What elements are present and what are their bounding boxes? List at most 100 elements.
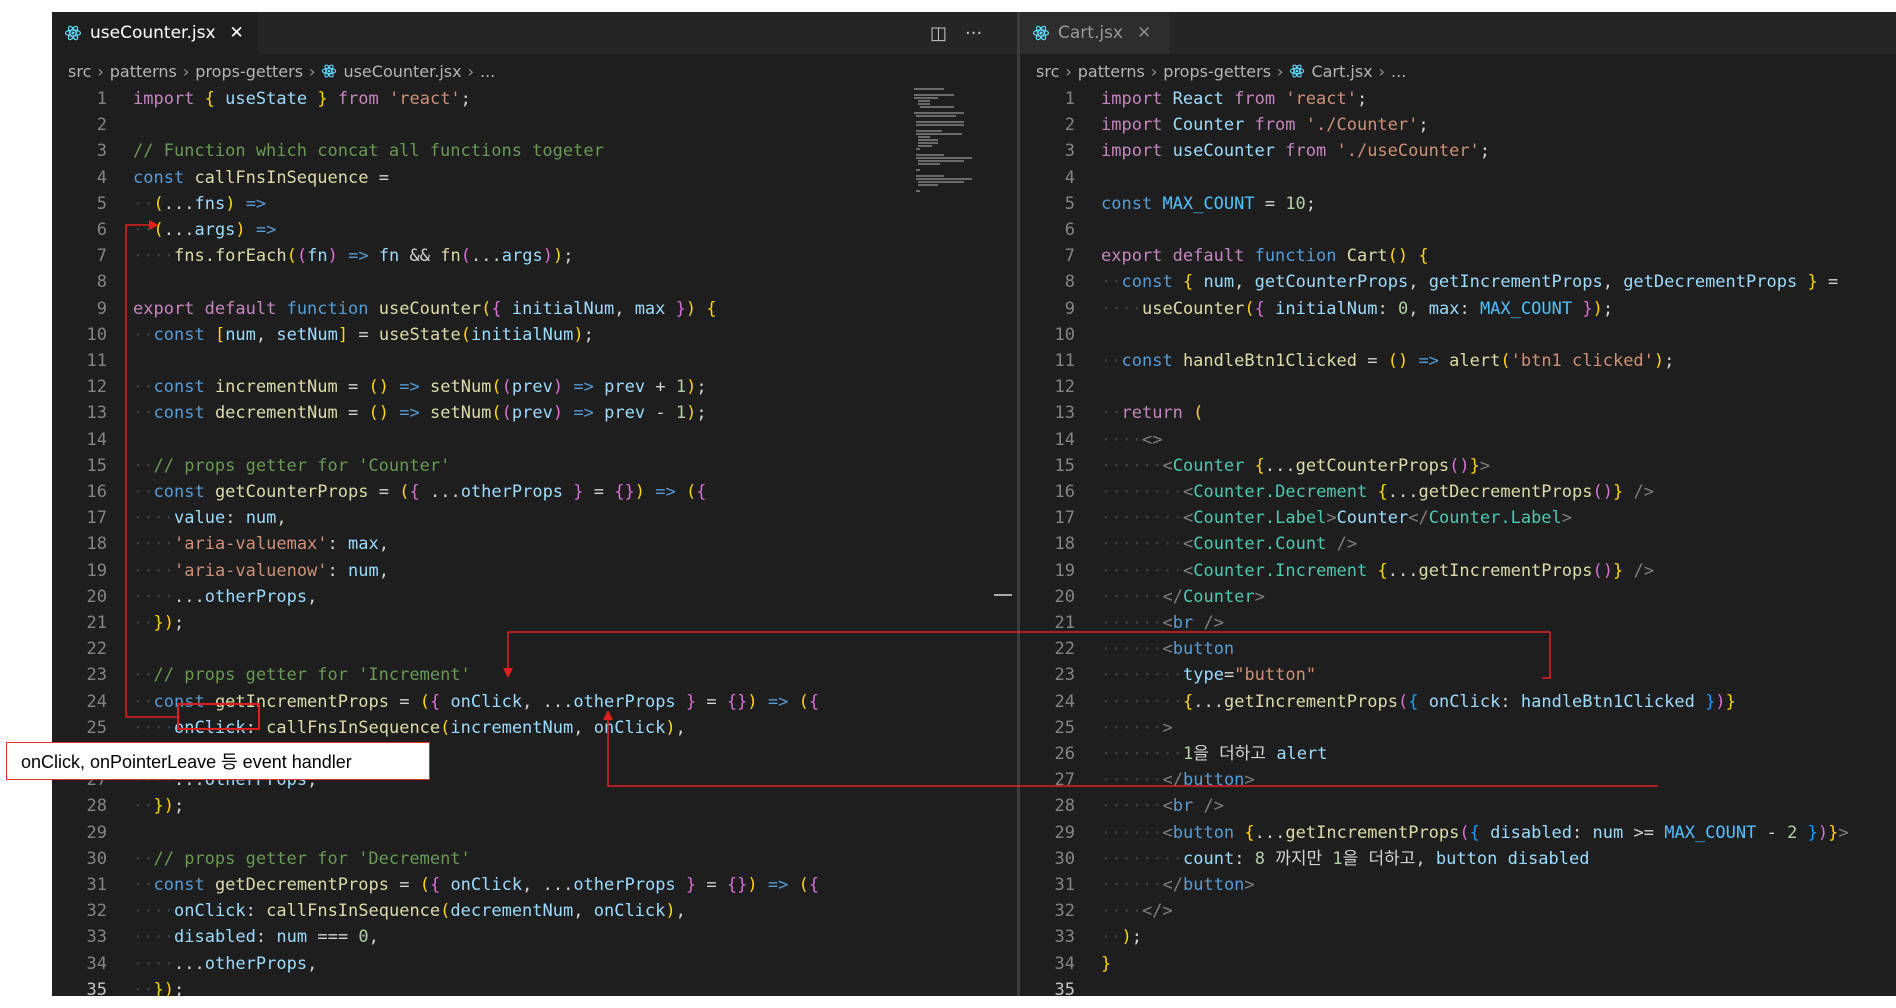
breadcrumb-item[interactable]: patterns [1078,62,1145,81]
code-line[interactable]: 32 ····</> [1020,898,1173,924]
code-line[interactable]: 10 ··const [num, setNum] = useState(initi… [52,322,594,348]
code-line[interactable]: 21 ······<br /> [1020,610,1224,636]
code-line[interactable]: 14 [52,427,133,453]
code-line[interactable]: 25 ······> [1020,715,1173,741]
code-line[interactable]: 13 ··const decrementNum = () => setNum((p… [52,400,707,426]
chevron-right-icon: › [1378,61,1386,81]
code-line[interactable]: 20 ······</Counter> [1020,584,1265,610]
code-line[interactable]: 23 ········type="button" [1020,662,1317,688]
code-line[interactable]: 33 ····disabled: num === 0, [52,924,379,950]
code-line[interactable]: 31 ······</button> [1020,872,1255,898]
code-line[interactable]: 22 [52,636,133,662]
code-line[interactable]: 10 [1020,322,1101,348]
code-line[interactable]: 17 ········<Counter.Label>Counter</Counte… [1020,505,1573,531]
tab-usecounter[interactable]: useCounter.jsx ✕ [52,12,258,54]
code-line[interactable]: 2 import Counter from './Counter'; [1020,112,1429,138]
line-number: 5 [96,193,107,214]
split-editor-icon[interactable]: ◫ [930,23,947,44]
code-line[interactable]: 20 ····...otherProps, [52,584,318,610]
code-line[interactable]: 29 ······<button {...getIncrementProps({ … [1020,820,1849,846]
code-line[interactable]: 2 [52,112,133,138]
scrollbar-marker[interactable] [994,594,1012,596]
code-line[interactable]: 24 ··const getIncrementProps = ({ onClick… [52,689,820,715]
code-line[interactable]: 34} [1020,951,1112,977]
breadcrumb-item[interactable]: props-getters [1163,62,1271,81]
code-line[interactable]: 11 ··const handleBtn1Clicked = () => aler… [1020,348,1675,374]
code-line[interactable]: 22 ······<button [1020,636,1235,662]
code-line[interactable]: 21 ··}); [52,610,185,636]
code-text: ········count: 8 까지만 1을 더하고, button disa… [1101,848,1590,869]
code-line[interactable]: 3 // Function which concat all functions … [52,138,604,164]
code-line[interactable]: 30 ··// props getter for 'Decrement' [52,846,471,872]
react-icon [1032,25,1050,41]
code-line[interactable]: 29 [52,820,133,846]
code-line[interactable]: 11 [52,348,133,374]
code-line[interactable]: 25 ····onClick: callFnsInSequence(increme… [52,715,686,741]
code-text: const callFnsInSequence = [133,167,389,188]
tab-cart[interactable]: Cart.jsx ✕ [1020,12,1170,54]
code-line[interactable]: 35 [1020,977,1101,996]
code-line[interactable]: 27 ······</button> [1020,767,1255,793]
code-line[interactable]: 34 ····...otherProps, [52,951,318,977]
code-line[interactable]: 15 ······<Counter {...getCounterProps()}> [1020,453,1491,479]
code-line[interactable]: 18 ····'aria-valuemax': max, [52,531,389,557]
code-line[interactable]: 16 ········<Counter.Decrement {...getDecr… [1020,479,1654,505]
code-line[interactable]: 15 ··// props getter for 'Counter' [52,453,451,479]
code-line[interactable]: 14 ····<> [1020,427,1163,453]
line-number: 2 [1064,115,1075,136]
breadcrumb-item[interactable]: props-getters [195,62,303,81]
code-line[interactable]: 7 ····fns.forEach((fn) => fn && fn(...arg… [52,243,574,269]
code-line[interactable]: 16 ··const getCounterProps = ({ ...otherP… [52,479,707,505]
code-line[interactable]: 35 ··}); [52,977,185,996]
code-line[interactable]: 33 ··); [1020,924,1142,950]
close-icon[interactable]: ✕ [1137,23,1151,43]
code-line[interactable]: 9 ····useCounter({ initialNum: 0, max: MA… [1020,296,1613,322]
breadcrumb-item[interactable]: src [1036,62,1059,81]
code-line[interactable]: 17 ····value: num, [52,505,287,531]
line-number: 20 [86,586,107,607]
code-line[interactable]: 12 ··const incrementNum = () => setNum((p… [52,374,707,400]
breadcrumb: src › patterns › props-getters › Cart.jsx › … [1020,56,1896,86]
code-line[interactable]: 28 ······<br /> [1020,793,1224,819]
breadcrumb-item[interactable]: patterns [110,62,177,81]
code-line[interactable]: 24 ········{...getIncrementProps({ onClic… [1020,689,1736,715]
minimap[interactable] [914,86,984,196]
code-line[interactable]: 19 ····'aria-valuenow': num, [52,558,389,584]
code-text: ······</button> [1101,770,1255,791]
breadcrumb-item[interactable]: src [68,62,91,81]
code-line[interactable]: 5 const MAX_COUNT = 10; [1020,191,1316,217]
breadcrumb-item[interactable]: useCounter.jsx [343,62,461,81]
code-line[interactable]: 30 ········count: 8 까지만 1을 더하고, button di… [1020,846,1590,872]
code-line[interactable]: 13 ··return ( [1020,400,1204,426]
code-area[interactable]: 1 import React from 'react'; 2 import Count… [1020,86,1896,996]
code-line[interactable]: 9 export default function useCounter({ in… [52,296,717,322]
breadcrumb-item[interactable]: Cart.jsx [1311,62,1372,81]
code-line[interactable]: 1 import React from 'react'; [1020,86,1367,112]
code-line[interactable]: 31 ··const getDecrementProps = ({ onClick… [52,872,820,898]
code-line[interactable]: 4 [1020,165,1101,191]
code-line[interactable]: 3 import useCounter from './useCounter'; [1020,138,1490,164]
code-line[interactable]: 23 ··// props getter for 'Increment' [52,662,471,688]
code-text: ····value: num, [133,508,287,529]
line-number: 4 [96,167,107,188]
code-line[interactable]: 6 [1020,217,1101,243]
breadcrumb-item[interactable]: ... [1391,62,1406,81]
code-line[interactable]: 28 ··}); [52,793,185,819]
code-line[interactable]: 5 ··(...fns) => [52,191,266,217]
close-icon[interactable]: ✕ [230,23,244,43]
code-line[interactable]: 12 [1020,374,1101,400]
code-line[interactable]: 6 ··(...args) => [52,217,277,243]
code-line[interactable]: 4 const callFnsInSequence = [52,165,389,191]
code-line[interactable]: 26 ········1을 더하고 alert [1020,741,1328,767]
code-line[interactable]: 18 ········<Counter.Count /> [1020,531,1358,557]
code-line[interactable]: 32 ····onClick: callFnsInSequence(decreme… [52,898,686,924]
code-line[interactable]: 8 ··const { num, getCounterProps, getIncr… [1020,269,1838,295]
breadcrumb-item[interactable]: ... [480,62,495,81]
code-line[interactable]: 1 import { useState } from 'react'; [52,86,471,112]
code-area[interactable]: 1 import { useState } from 'react'; 2 3// F… [52,86,1017,996]
code-line[interactable]: 19 ········<Counter.Increment {...getIncr… [1020,558,1654,584]
code-text: ····disabled: num === 0, [133,927,379,948]
code-line[interactable]: 8 [52,269,133,295]
more-actions-icon[interactable]: ··· [965,23,982,44]
code-line[interactable]: 7 export default function Cart() { [1020,243,1429,269]
